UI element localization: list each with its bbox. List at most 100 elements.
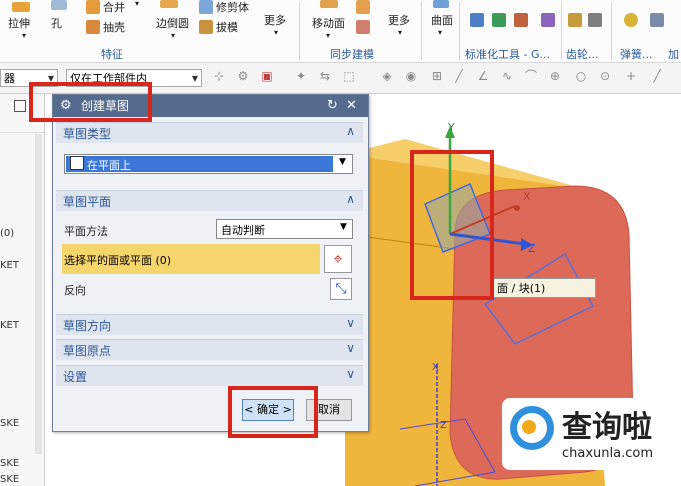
section-sketch-type[interactable]: 草图类型 ∧ bbox=[56, 122, 363, 143]
group-label-add: 加 bbox=[668, 48, 679, 61]
mirror-icon[interactable]: ⇆ bbox=[318, 69, 332, 83]
angle-icon[interactable]: ∠ bbox=[476, 69, 490, 83]
view-orient-icon[interactable]: ◉ bbox=[404, 69, 418, 83]
list-item[interactable]: SKE bbox=[0, 458, 40, 469]
std-tool-icon-1[interactable] bbox=[470, 13, 484, 27]
unite-button[interactable]: 合并 bbox=[103, 0, 125, 15]
move-face-icon[interactable] bbox=[320, 0, 338, 8]
list-item[interactable]: KET bbox=[0, 260, 40, 271]
chevron-up-icon[interactable]: ∧ bbox=[346, 192, 355, 206]
std-tool-icon-2[interactable] bbox=[492, 13, 506, 27]
selection-scope-dropdown[interactable]: 仅在工作部件内 ▼ bbox=[66, 69, 202, 87]
gear-tool-icon-2[interactable] bbox=[588, 13, 602, 27]
ok-button[interactable]: < 确定 > bbox=[242, 399, 294, 421]
chevron-down-icon[interactable]: ▼ bbox=[339, 157, 346, 167]
edge-blend-button[interactable]: 边倒圆 bbox=[156, 15, 189, 31]
section-settings[interactable]: 设置 ∨ bbox=[56, 365, 363, 386]
more-sync-dropdown-icon[interactable]: ▾ bbox=[398, 28, 402, 37]
list-item[interactable]: KET bbox=[0, 320, 40, 331]
plane-method-dropdown[interactable]: 自动判断 ▼ bbox=[216, 219, 353, 239]
unite-icon[interactable] bbox=[86, 0, 100, 14]
ribbon-separator bbox=[459, 2, 460, 60]
type-filter-dropdown[interactable]: 器 ▼ bbox=[0, 69, 58, 87]
line-icon[interactable]: ╱ bbox=[452, 69, 466, 83]
trim-body-button[interactable]: 修剪体 bbox=[216, 0, 249, 15]
sync-icon[interactable] bbox=[356, 0, 370, 14]
reverse-direction-icon[interactable]: ⤡ bbox=[330, 278, 352, 300]
chevron-down-icon[interactable]: ∨ bbox=[346, 367, 355, 381]
more-features-dropdown-icon[interactable]: ▾ bbox=[274, 28, 278, 37]
panel-toggle-icon[interactable] bbox=[14, 100, 26, 112]
list-item[interactable]: (0) bbox=[0, 228, 40, 239]
point-snap-icon[interactable]: ✦ bbox=[294, 69, 308, 83]
edge-blend-icon[interactable] bbox=[160, 0, 178, 8]
trim-body-icon[interactable] bbox=[199, 0, 213, 14]
circle-icon[interactable]: ○ bbox=[574, 69, 588, 83]
surface-dropdown-icon[interactable]: ▾ bbox=[438, 28, 442, 37]
section-title: 草图方向 bbox=[63, 319, 112, 333]
move-face-button[interactable]: 移动面 bbox=[312, 15, 345, 31]
extrude-dropdown-icon[interactable]: ▾ bbox=[22, 31, 26, 40]
plane-method-value: 自动判断 bbox=[221, 224, 265, 237]
chevron-down-icon[interactable]: ∨ bbox=[346, 316, 355, 330]
std-tool-icon-3[interactable] bbox=[514, 13, 528, 27]
reset-icon[interactable]: ↻ bbox=[327, 95, 338, 117]
hole-icon[interactable] bbox=[51, 0, 67, 10]
spring-tool-icon-2[interactable] bbox=[650, 13, 664, 27]
list-item[interactable]: SKE bbox=[0, 418, 40, 429]
plus-icon[interactable]: + bbox=[624, 69, 638, 83]
sync-icon-2[interactable] bbox=[356, 20, 370, 34]
hole-button[interactable]: 孔 bbox=[51, 15, 62, 31]
type-filter-value: 器 bbox=[4, 72, 15, 85]
rectangle-select-icon[interactable]: ⬚ bbox=[342, 69, 356, 83]
dialog-title-bar[interactable]: ⚙ 创建草图 ↻ ✕ bbox=[53, 95, 368, 117]
cancel-button[interactable]: 取消 bbox=[306, 399, 352, 421]
lower-x-axis-label: X bbox=[432, 362, 439, 373]
chevron-down-icon[interactable]: ▼ bbox=[340, 222, 347, 232]
section-sketch-orientation[interactable]: 草图方向 ∨ bbox=[56, 314, 363, 335]
shell-button[interactable]: 抽壳 bbox=[103, 19, 125, 35]
surface-icon[interactable] bbox=[433, 0, 449, 8]
surface-button[interactable]: 曲面 bbox=[431, 12, 453, 28]
chevron-down-icon[interactable]: ∨ bbox=[346, 341, 355, 355]
sketch-plane-icon bbox=[70, 156, 84, 170]
extrude-icon[interactable] bbox=[12, 2, 30, 12]
unite-dropdown-icon[interactable]: ▾ bbox=[135, 0, 139, 8]
draft-button[interactable]: 拔模 bbox=[216, 19, 238, 35]
z-axis-label: Z bbox=[528, 242, 536, 255]
close-icon[interactable]: ✕ bbox=[346, 95, 357, 117]
move-face-dropdown-icon[interactable]: ▾ bbox=[326, 31, 330, 40]
snap-icon[interactable]: ⊹ bbox=[212, 69, 226, 83]
watermark: 查询啦 chaxunla.com bbox=[502, 398, 674, 470]
curve-icon[interactable]: ∿ bbox=[500, 69, 514, 83]
watermark-name: 查询啦 bbox=[562, 410, 652, 445]
more-features-button[interactable]: 更多 bbox=[264, 12, 286, 28]
select-face-row[interactable]: 选择平的面或平面 (0) bbox=[62, 244, 320, 274]
more-sync-button[interactable]: 更多 bbox=[388, 12, 410, 28]
circle-center-icon[interactable]: ⊙ bbox=[598, 69, 612, 83]
list-item[interactable]: SKE bbox=[0, 474, 40, 485]
ribbon-separator bbox=[299, 2, 300, 60]
ribbon-separator bbox=[421, 2, 422, 60]
tangent-icon[interactable]: ⌒ bbox=[524, 69, 538, 83]
shell-icon[interactable] bbox=[86, 20, 100, 34]
slash-icon[interactable]: ╱ bbox=[650, 69, 664, 83]
chevron-up-icon[interactable]: ∧ bbox=[346, 124, 355, 138]
gear-icon: ⚙ bbox=[60, 98, 72, 113]
select-box-icon[interactable]: ▣ bbox=[260, 69, 274, 83]
draft-icon[interactable] bbox=[199, 20, 213, 34]
shaded-view-icon[interactable]: ◈ bbox=[380, 69, 394, 83]
std-tool-icon-4[interactable] bbox=[541, 13, 555, 27]
panel-scrollbar[interactable] bbox=[35, 134, 42, 454]
section-sketch-plane[interactable]: 草图平面 ∧ bbox=[56, 190, 363, 211]
crosshair-select-icon[interactable]: ⌖ bbox=[324, 245, 352, 273]
settings-icon[interactable]: ⚙ bbox=[236, 69, 250, 83]
center-icon[interactable]: ⊕ bbox=[548, 69, 562, 83]
edge-blend-dropdown-icon[interactable]: ▾ bbox=[171, 31, 175, 40]
section-sketch-origin[interactable]: 草图原点 ∨ bbox=[56, 339, 363, 360]
extrude-button[interactable]: 拉伸 bbox=[8, 15, 30, 31]
gear-tool-icon[interactable] bbox=[568, 13, 582, 27]
grid-icon[interactable]: ⊞ bbox=[430, 69, 444, 83]
sketch-type-dropdown[interactable]: 在平面上 ▼ bbox=[64, 154, 353, 174]
spring-tool-icon[interactable] bbox=[624, 13, 638, 27]
